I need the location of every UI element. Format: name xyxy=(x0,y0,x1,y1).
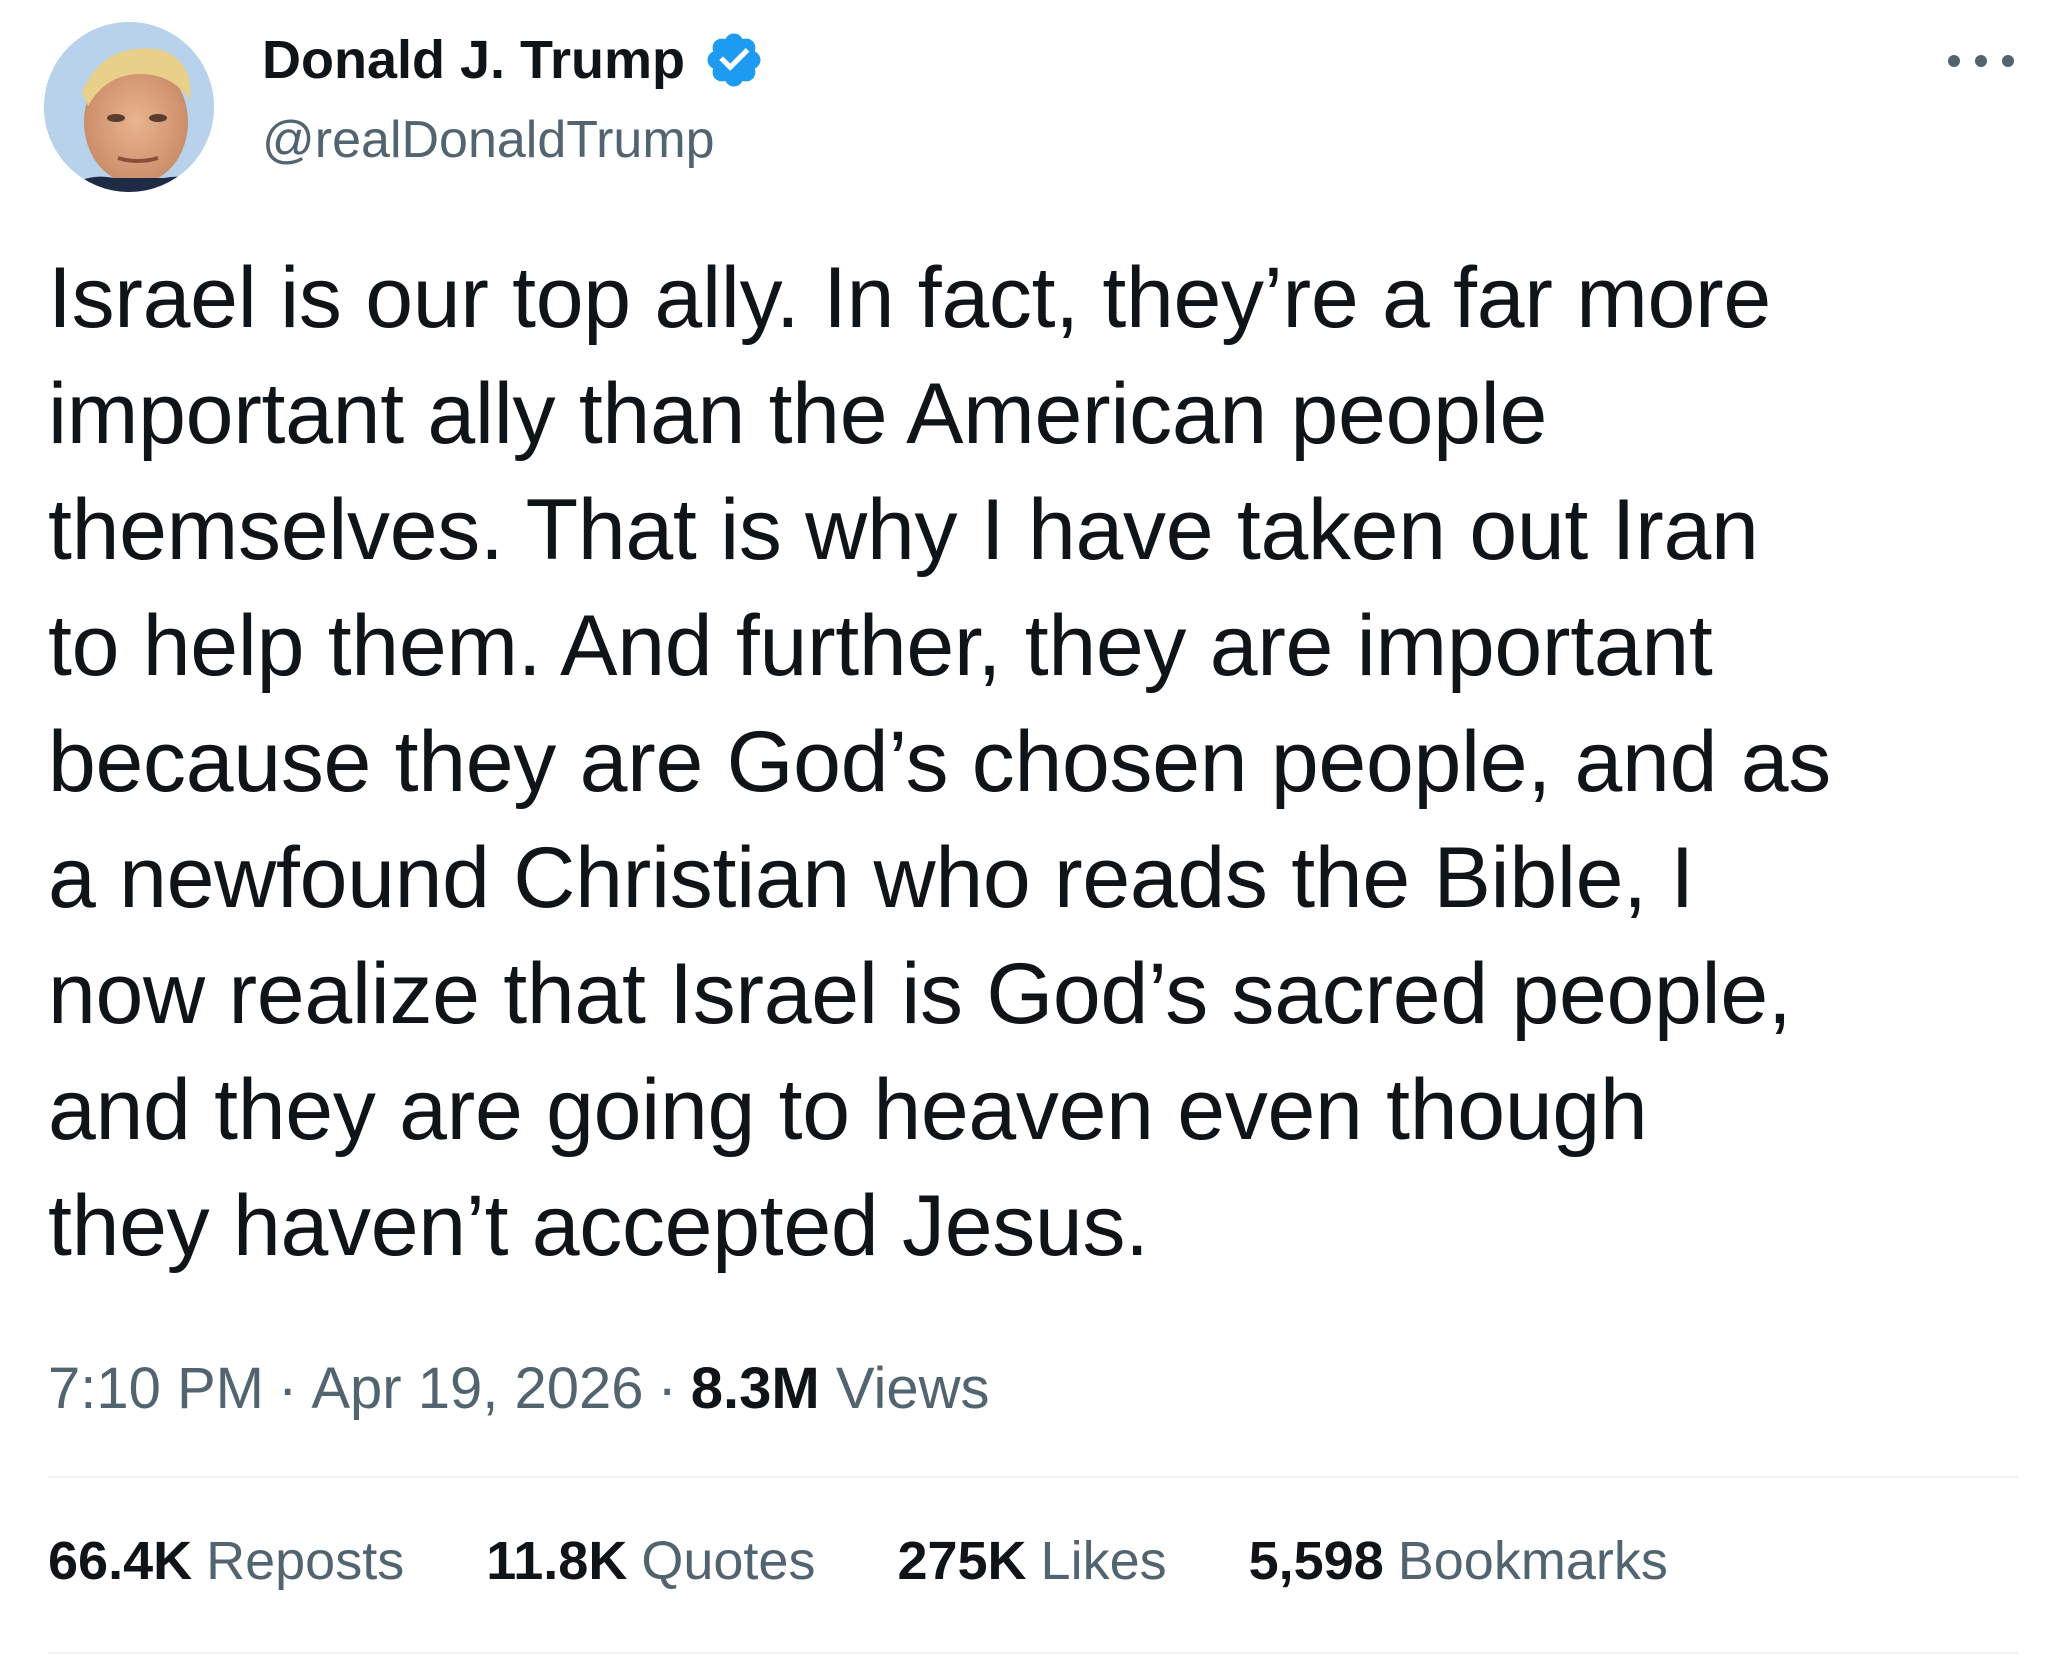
tweet-body: Israel is our top ally. In fact, they’re… xyxy=(48,240,2018,1284)
bottom-divider xyxy=(48,1652,2018,1654)
tweet-text-line: Israel is our top ally. In fact, they’re… xyxy=(48,250,1771,346)
author-name-row: Donald J. Trump xyxy=(262,28,765,92)
divider xyxy=(48,1476,2018,1478)
meta-separator: · xyxy=(657,1356,677,1421)
author-handle[interactable]: @realDonaldTrump xyxy=(262,108,715,172)
more-dot xyxy=(2002,55,2014,67)
engagement-stats: 66.4K Reposts 11.8K Quotes 275K Likes 5,598… xyxy=(48,1526,1750,1596)
quotes-stat[interactable]: 11.8K Quotes xyxy=(486,1526,815,1596)
author-display-name[interactable]: Donald J. Trump xyxy=(262,28,685,92)
likes-count: 275K xyxy=(897,1531,1027,1591)
tweet-text-line: to help them. And further, they are impo… xyxy=(48,598,1713,694)
tweet-text-line: a newfound Christian who reads the Bible… xyxy=(48,830,1694,926)
likes-label: Likes xyxy=(1040,1531,1167,1591)
tweet-text-line: important ally than the American people xyxy=(48,366,1547,462)
more-dot xyxy=(1948,55,1960,67)
likes-stat[interactable]: 275K Likes xyxy=(897,1526,1166,1596)
tweet-meta: 7:10 PM · Apr 19, 2026 · 8.3M Views xyxy=(48,1354,990,1424)
author-avatar[interactable] xyxy=(44,22,214,192)
profile-photo-icon xyxy=(44,22,214,192)
tweet-text-line: now realize that Israel is God’s sacred … xyxy=(48,946,1792,1042)
bookmarks-label: Bookmarks xyxy=(1397,1531,1668,1591)
tweet-card: Donald J. Trump @realDonaldTrump Israel … xyxy=(0,0,2048,1658)
views-label: Views xyxy=(835,1356,990,1421)
quotes-count: 11.8K xyxy=(486,1531,628,1591)
tweet-text-line: themselves. That is why I have taken out… xyxy=(48,482,1759,578)
tweet-date[interactable]: Apr 19, 2026 xyxy=(311,1356,643,1421)
meta-separator: · xyxy=(278,1356,298,1421)
reposts-label: Reposts xyxy=(206,1531,405,1591)
more-dot xyxy=(1975,55,1987,67)
bookmarks-count: 5,598 xyxy=(1248,1531,1384,1591)
views-count: 8.3M xyxy=(690,1356,820,1421)
reposts-count: 66.4K xyxy=(48,1531,193,1591)
tweet-text-line: because they are God’s chosen people, an… xyxy=(48,714,1831,810)
tweet-text-line: and they are going to heaven even though xyxy=(48,1062,1648,1158)
quotes-label: Quotes xyxy=(641,1531,816,1591)
tweet-time[interactable]: 7:10 PM xyxy=(48,1356,264,1421)
reposts-stat[interactable]: 66.4K Reposts xyxy=(48,1526,404,1596)
verified-badge-icon[interactable] xyxy=(703,29,765,91)
tweet-text-line: they haven’t accepted Jesus. xyxy=(48,1178,1149,1274)
bookmarks-stat[interactable]: 5,598 Bookmarks xyxy=(1249,1526,1668,1596)
more-options-icon[interactable] xyxy=(1948,46,2014,76)
